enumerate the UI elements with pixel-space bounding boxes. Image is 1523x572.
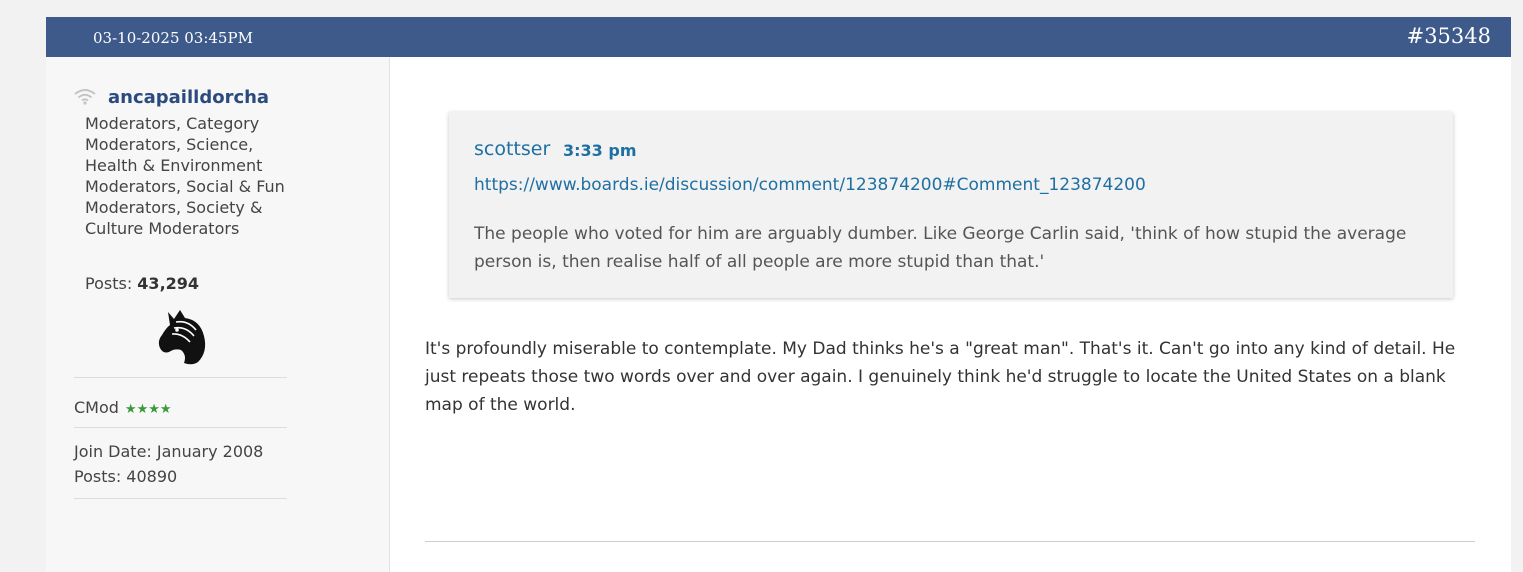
rank-stars: ★★★★ (124, 402, 172, 417)
post-header: 03-10-2025 03:45PM #35348 (46, 17, 1511, 57)
quote-text: The people who voted for him are arguabl… (474, 224, 1407, 272)
post-number-link[interactable]: #35348 (1407, 24, 1491, 48)
horse-head-icon[interactable] (154, 308, 210, 366)
post-date: 03-10-2025 03:45PM (93, 29, 253, 47)
divider (74, 377, 287, 378)
post-footer-divider (425, 541, 1475, 542)
author-join-date: Join Date: January 2008 (74, 442, 264, 461)
author-sidebar: ancapailldorcha Moderators, Category Mod… (46, 57, 390, 572)
posts-label: Posts: (85, 274, 138, 293)
quote-block: scottser 3:33 pm https://www.boards.ie/d… (449, 112, 1453, 298)
quote-time[interactable]: 3:33 pm (563, 141, 637, 160)
quote-author[interactable]: scottser (474, 138, 550, 160)
divider (74, 498, 287, 499)
author-roles: Moderators, Category Moderators, Science… (85, 114, 285, 238)
author-username[interactable]: ancapailldorcha (108, 87, 269, 108)
author-post-count: Posts: 43,294 (85, 274, 199, 293)
author-rank: CMod ★★★★ (74, 398, 172, 417)
author-posts: Posts: 40890 (74, 467, 178, 486)
rank-label: CMod (74, 398, 119, 417)
post-body: It's profoundly miserable to contemplate… (425, 339, 1456, 415)
post-container: 03-10-2025 03:45PM #35348 ancapailldorch… (46, 17, 1511, 572)
wifi-icon (74, 89, 96, 105)
quote-link[interactable]: https://www.boards.ie/discussion/comment… (474, 175, 1146, 195)
divider (74, 427, 287, 428)
posts-value: 43,294 (137, 274, 200, 293)
